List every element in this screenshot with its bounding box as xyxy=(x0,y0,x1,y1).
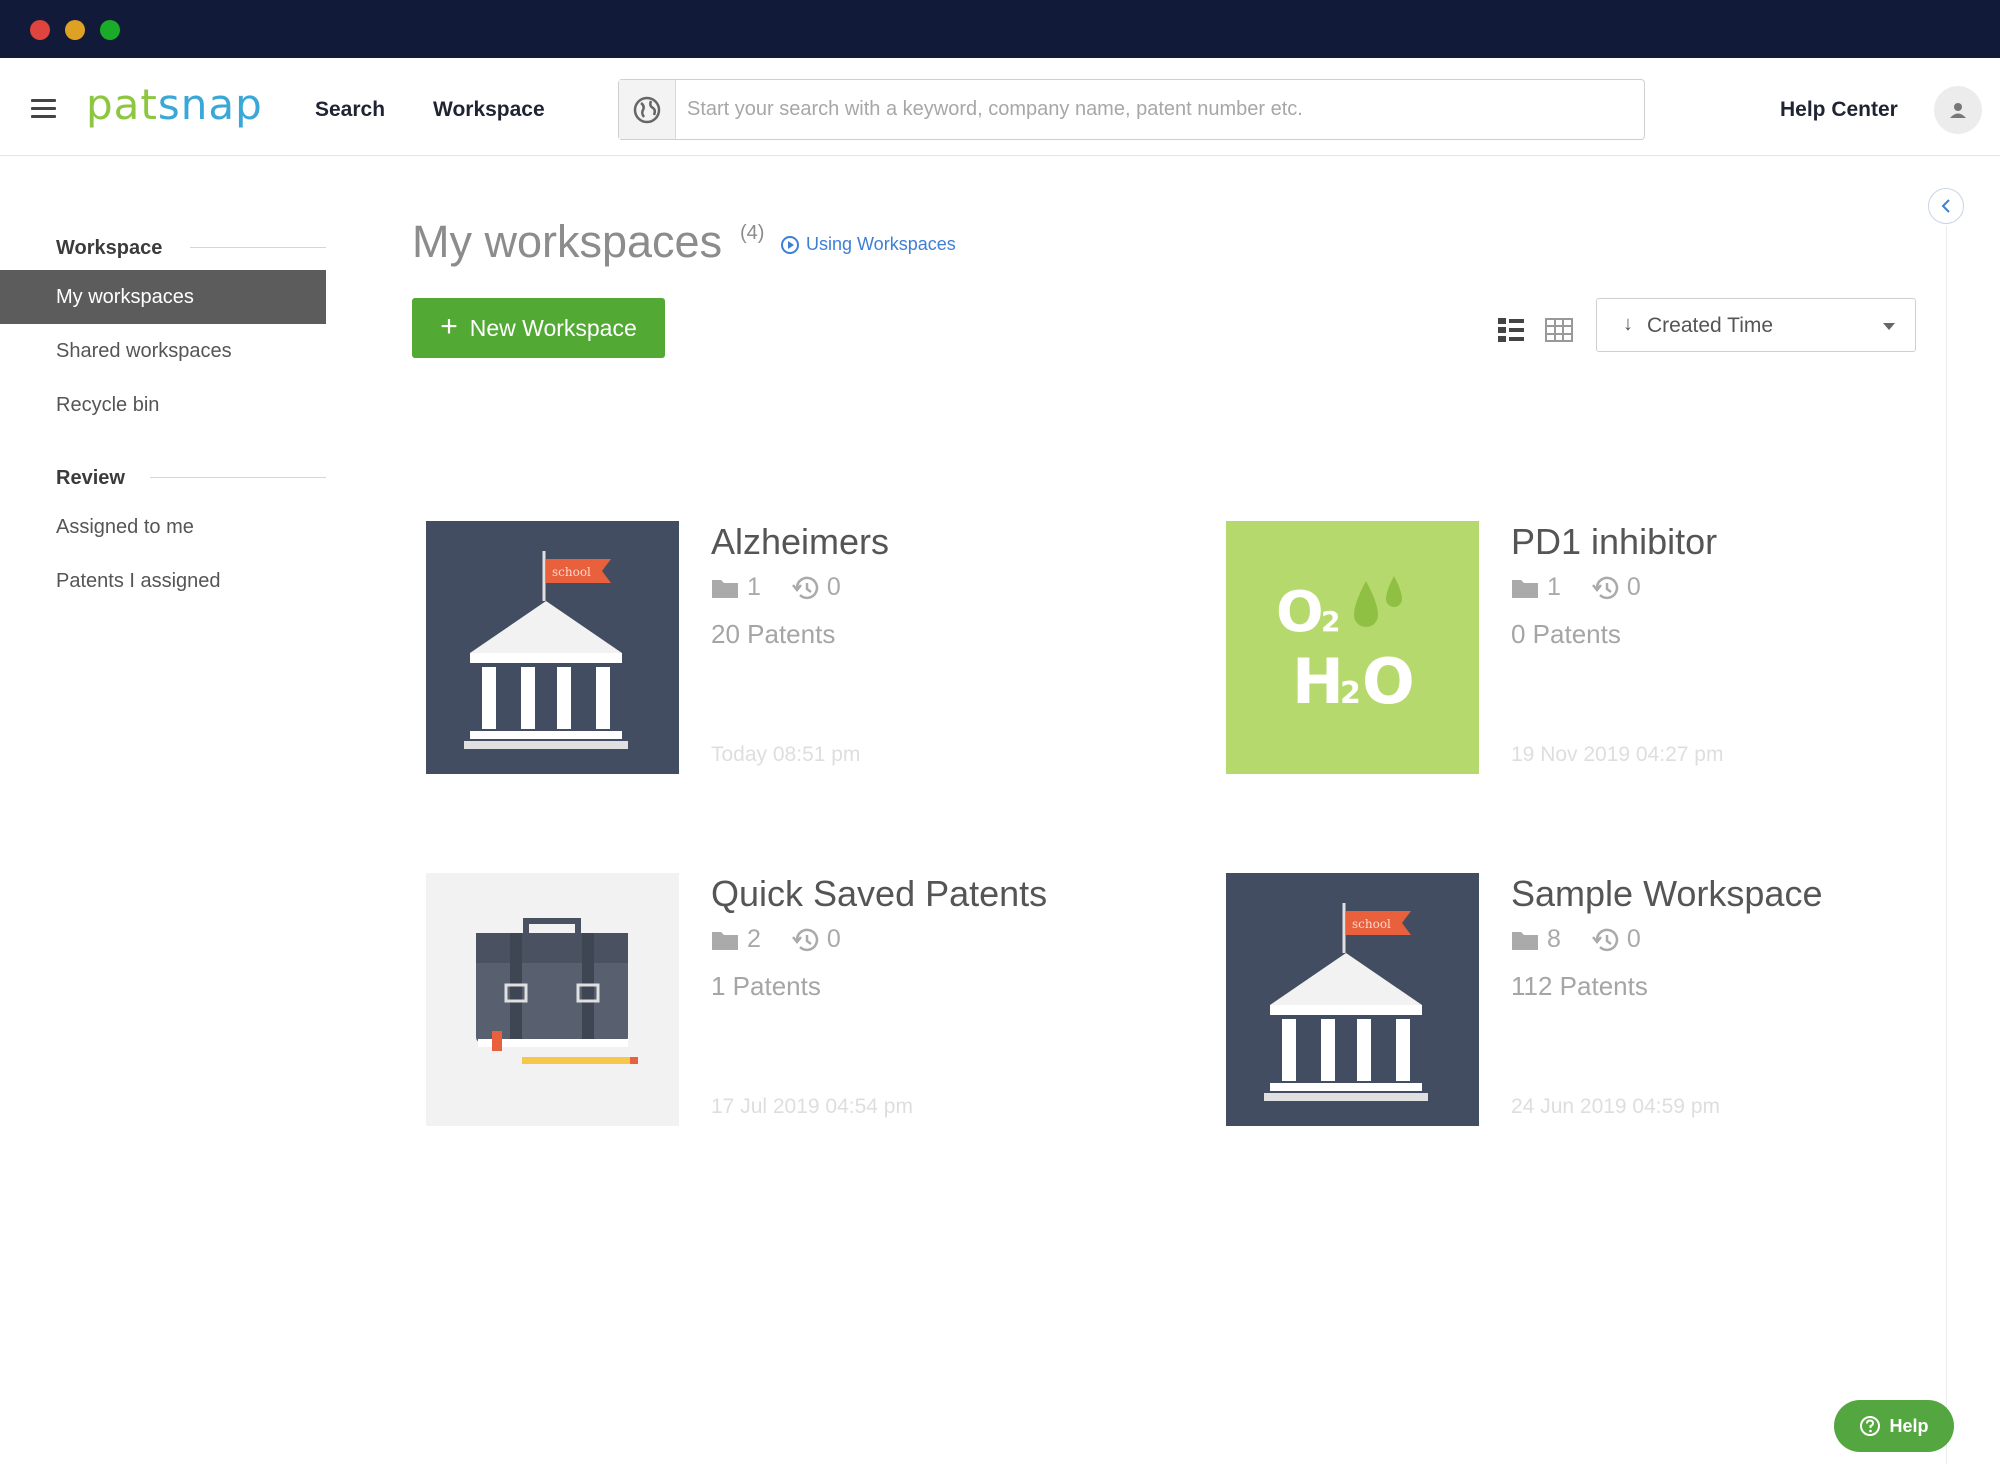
workspace-count: (4) xyxy=(740,222,764,245)
workspace-title[interactable]: Sample Workspace xyxy=(1511,873,1822,915)
folder-icon xyxy=(711,577,739,599)
chevron-down-icon xyxy=(1883,323,1895,330)
sidebar-item-recycle-bin[interactable]: Recycle bin xyxy=(0,378,326,432)
collapse-panel-button[interactable] xyxy=(1928,188,1964,224)
folder-icon xyxy=(711,929,739,951)
workspace-card[interactable]: school Sample Workspace 8 0 112 Patents … xyxy=(1226,873,1986,1127)
page-title: My workspaces xyxy=(412,216,722,268)
patsnap-logo[interactable]: patsnap xyxy=(86,80,263,129)
workspace-card[interactable]: Quick Saved Patents 2 0 1 Patents 17 Jul… xyxy=(426,873,1186,1127)
help-center-link[interactable]: Help Center xyxy=(1780,98,1898,122)
folder-count: 1 xyxy=(1547,573,1561,602)
nav-search[interactable]: Search xyxy=(315,98,385,122)
sidebar-item-assigned-to-me[interactable]: Assigned to me xyxy=(0,500,326,554)
flag-label: school xyxy=(1352,917,1391,931)
folder-icon xyxy=(1511,929,1539,951)
globe-icon[interactable] xyxy=(619,80,676,139)
h2o-o-symbol: O xyxy=(1362,645,1415,718)
sidebar-section-review: Review xyxy=(56,467,125,490)
top-header: patsnap Search Workspace Help Center xyxy=(0,58,2000,156)
workspace-title[interactable]: Alzheimers xyxy=(711,521,889,563)
patent-count: 0 Patents xyxy=(1511,619,1621,650)
folder-count: 2 xyxy=(747,925,761,954)
right-panel-divider xyxy=(1946,226,1947,1464)
history-count: 0 xyxy=(827,573,841,602)
created-date: 19 Nov 2019 04:27 pm xyxy=(1511,743,1723,767)
close-window-button[interactable] xyxy=(30,20,50,40)
sidebar-item-patents-i-assigned[interactable]: Patents I assigned xyxy=(0,554,326,608)
folder-icon xyxy=(1511,577,1539,599)
workspace-title[interactable]: PD1 inhibitor xyxy=(1511,521,1717,563)
new-workspace-label: New Workspace xyxy=(470,315,637,342)
created-date: 17 Jul 2019 04:54 pm xyxy=(711,1095,913,1119)
school-building-thumbnail: school xyxy=(426,521,679,774)
sidebar-item-shared-workspaces[interactable]: Shared workspaces xyxy=(0,324,326,378)
grid-view-icon[interactable] xyxy=(1545,318,1573,347)
workspace-title[interactable]: Quick Saved Patents xyxy=(711,873,1047,915)
folder-count: 1 xyxy=(747,573,761,602)
workspace-card[interactable]: school Alzheimers 1 0 20 Patents Today 0… xyxy=(426,521,1186,775)
o2-symbol: O xyxy=(1276,580,1324,645)
workspace-stats: 8 0 xyxy=(1511,925,1671,954)
play-circle-icon xyxy=(780,235,800,255)
window-titlebar xyxy=(0,0,2000,58)
list-view-icon[interactable] xyxy=(1498,318,1524,347)
help-label: Help xyxy=(1889,1416,1928,1437)
minimize-window-button[interactable] xyxy=(65,20,85,40)
history-count: 0 xyxy=(1627,925,1641,954)
nav-workspace[interactable]: Workspace xyxy=(433,98,545,122)
user-icon[interactable] xyxy=(1934,86,1982,134)
o2-h2o-thumbnail: O 2 H 2 O xyxy=(1226,521,1479,774)
workspace-stats: 1 0 xyxy=(1511,573,1671,602)
history-icon xyxy=(791,575,819,601)
using-workspaces-link[interactable]: Using Workspaces xyxy=(780,234,956,255)
history-icon xyxy=(1591,927,1619,953)
h2o-subscript: 2 xyxy=(1340,676,1361,711)
history-icon xyxy=(791,927,819,953)
briefcase-thumbnail xyxy=(426,873,679,1126)
patent-count: 20 Patents xyxy=(711,619,835,650)
search-bar xyxy=(618,79,1645,140)
sort-dropdown[interactable]: ↓ Created Time xyxy=(1596,298,1916,352)
school-building-thumbnail: school xyxy=(1226,873,1479,1126)
sort-label: Created Time xyxy=(1647,314,1773,338)
maximize-window-button[interactable] xyxy=(100,20,120,40)
help-button[interactable]: Help xyxy=(1834,1400,1954,1452)
o2-subscript: 2 xyxy=(1321,605,1340,638)
folder-count: 8 xyxy=(1547,925,1561,954)
workspace-card[interactable]: O 2 H 2 O PD1 inhibitor 1 0 0 Patents 19… xyxy=(1226,521,1986,775)
history-count: 0 xyxy=(827,925,841,954)
patent-count: 1 Patents xyxy=(711,971,821,1002)
search-input[interactable] xyxy=(687,80,1627,139)
history-count: 0 xyxy=(1627,573,1641,602)
history-icon xyxy=(1591,575,1619,601)
sidebar-section-workspace: Workspace xyxy=(56,237,162,260)
workspace-stats: 2 0 xyxy=(711,925,871,954)
using-workspaces-label: Using Workspaces xyxy=(806,234,956,255)
sort-direction-icon: ↓ xyxy=(1623,313,1633,336)
sidebar-divider xyxy=(190,247,326,248)
hamburger-icon[interactable] xyxy=(31,99,56,119)
created-date: Today 08:51 pm xyxy=(711,743,860,767)
patent-count: 112 Patents xyxy=(1511,971,1648,1002)
created-date: 24 Jun 2019 04:59 pm xyxy=(1511,1095,1720,1119)
workspace-stats: 1 0 xyxy=(711,573,871,602)
question-circle-icon xyxy=(1859,1415,1881,1437)
sidebar-divider xyxy=(150,477,326,478)
plus-icon: + xyxy=(440,312,458,342)
new-workspace-button[interactable]: + New Workspace xyxy=(412,298,665,358)
chevron-left-icon xyxy=(1939,198,1953,214)
sidebar-item-my-workspaces[interactable]: My workspaces xyxy=(0,270,326,324)
flag-label: school xyxy=(552,565,591,579)
h2o-h-symbol: H xyxy=(1292,645,1344,718)
